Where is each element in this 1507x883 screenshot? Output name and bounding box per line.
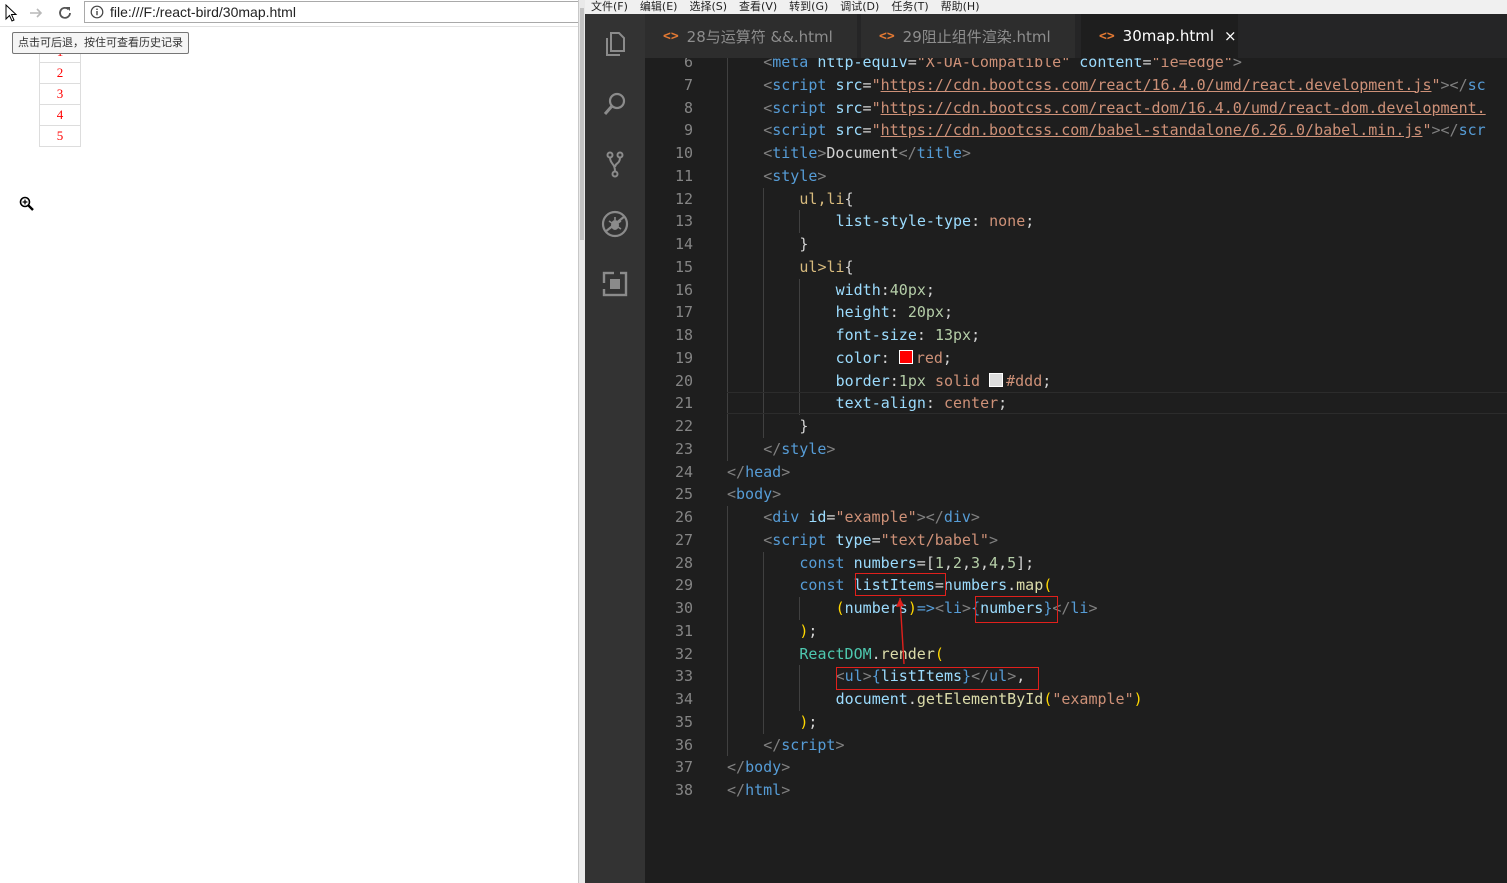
code-editor-body[interactable]: 6 7 8 9 10 11 12 13 14 15 16 17 18 19 20 21 22 23 24 25 26 27…: [645, 58, 1507, 883]
activity-bar: [585, 14, 645, 883]
tab-label: 29阻止组件渲染.html: [902, 27, 1051, 46]
menu-item[interactable]: 转到(G): [789, 0, 828, 14]
code-editor: 文件(F) 编辑(E) 选择(S) 查看(V) 转到(G) 调试(D) 任务(T) 帮助(H): [585, 0, 1507, 883]
tab-30-map[interactable]: <> 30map.html ×: [1081, 14, 1238, 58]
info-icon[interactable]: [90, 5, 104, 19]
reload-icon: [59, 6, 71, 19]
source-control-icon[interactable]: [599, 148, 631, 180]
tab-label: 30map.html: [1122, 27, 1215, 45]
tab-29-prevent-render[interactable]: <> 29阻止组件渲染.html: [861, 14, 1075, 58]
menu-item[interactable]: 选择(S): [689, 0, 727, 14]
editor-tabs: <> 28与运算符 &&.html <> 29阻止组件渲染.html <> 30…: [645, 14, 1507, 58]
search-icon[interactable]: [599, 88, 631, 120]
forward-button[interactable]: [26, 3, 46, 23]
arrow-cursor-icon: [5, 4, 18, 22]
extensions-icon[interactable]: [599, 268, 631, 300]
rendered-list-item: 5: [39, 125, 81, 147]
menu-item[interactable]: 调试(D): [840, 0, 879, 14]
html-file-icon: <>: [879, 28, 895, 44]
explorer-icon[interactable]: [599, 28, 631, 60]
browser-scrollbar-thumb[interactable]: [580, 8, 584, 240]
back-button[interactable]: [2, 3, 22, 23]
forward-arrow-icon: [30, 8, 43, 18]
rendered-list-item: 3: [39, 83, 81, 105]
rendered-number-list: 12345: [39, 41, 81, 147]
address-bar[interactable]: file:///F:/react-bird/30map.html: [84, 1, 578, 23]
menu-item[interactable]: 查看(V): [739, 0, 777, 14]
annotation-arrow-icon: [896, 597, 905, 665]
html-file-icon: <>: [663, 28, 679, 44]
browser-toolbar: file:///F:/react-bird/30map.html: [0, 0, 578, 27]
tab-label: 28与运算符 &&.html: [686, 27, 833, 46]
menu-item[interactable]: 文件(F): [591, 0, 628, 14]
menu-item[interactable]: 帮助(H): [941, 0, 980, 14]
window-splitter[interactable]: [578, 0, 585, 883]
url-text[interactable]: file:///F:/react-bird/30map.html: [110, 4, 296, 20]
tab-28-and-operator[interactable]: <> 28与运算符 &&.html: [645, 14, 857, 58]
menu-bar: 文件(F) 编辑(E) 选择(S) 查看(V) 转到(G) 调试(D) 任务(T) 帮助(H): [585, 0, 1507, 14]
debug-icon[interactable]: [599, 208, 631, 240]
zoom-in-cursor-icon: [19, 196, 34, 211]
reload-button[interactable]: [55, 3, 75, 23]
rendered-list-item: 2: [39, 62, 81, 84]
html-file-icon: <>: [1099, 28, 1115, 44]
browser-window: file:///F:/react-bird/30map.html 点击可后退，按…: [0, 0, 578, 883]
close-tab-icon[interactable]: ×: [1224, 27, 1237, 45]
menu-item[interactable]: 编辑(E): [640, 0, 678, 14]
menu-item[interactable]: 任务(T): [891, 0, 928, 14]
rendered-list-item: 4: [39, 104, 81, 126]
back-tooltip: 点击可后退，按住可查看历史记录: [12, 32, 189, 54]
